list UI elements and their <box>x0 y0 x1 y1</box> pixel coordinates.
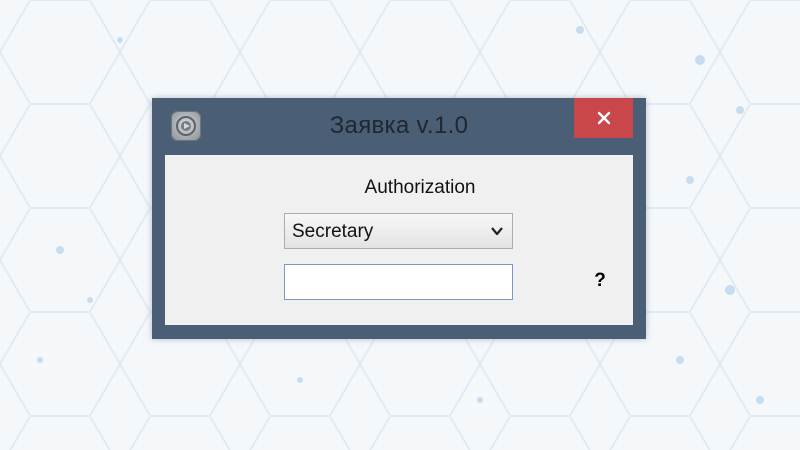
chevron-down-icon <box>491 227 503 236</box>
close-button[interactable] <box>574 98 633 138</box>
role-select-value: Secretary <box>292 221 374 242</box>
role-select[interactable]: Secretary <box>284 213 513 249</box>
password-input[interactable] <box>284 264 513 300</box>
close-icon <box>597 111 610 125</box>
app-window: Заявка v.1.0 Authorization Secretary ? <box>152 98 646 339</box>
dialog-content: Authorization Secretary ? <box>165 155 633 325</box>
help-button[interactable]: ? <box>590 270 610 294</box>
window-title: Заявка v.1.0 <box>329 112 469 139</box>
authorization-heading: Authorization <box>364 177 476 198</box>
